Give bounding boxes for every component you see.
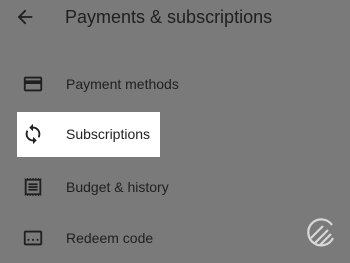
- arrow-back-icon: [17, 9, 33, 25]
- menu-item-label: Redeem code: [66, 230, 154, 246]
- receipt-icon: [22, 176, 44, 198]
- sync-icon: [22, 123, 44, 145]
- menu-item-budget-history[interactable]: Budget & history: [0, 165, 350, 209]
- site-logo-icon: [303, 216, 337, 250]
- page-title: Payments & subscriptions: [65, 7, 273, 27]
- menu-item-label: Payment methods: [66, 76, 179, 92]
- menu-item-payment-methods[interactable]: Payment methods: [0, 62, 350, 106]
- credit-card-icon: [22, 73, 44, 95]
- app-bar: Payments & subscriptions: [0, 0, 350, 40]
- menu-item-label: Budget & history: [66, 179, 169, 195]
- menu-item-subscriptions[interactable]: Subscriptions: [17, 112, 160, 157]
- gift-card-icon: [22, 227, 44, 249]
- menu-item-label: Subscriptions: [66, 126, 151, 142]
- menu-item-redeem-code[interactable]: Redeem code: [0, 216, 350, 260]
- back-button[interactable]: [14, 6, 36, 28]
